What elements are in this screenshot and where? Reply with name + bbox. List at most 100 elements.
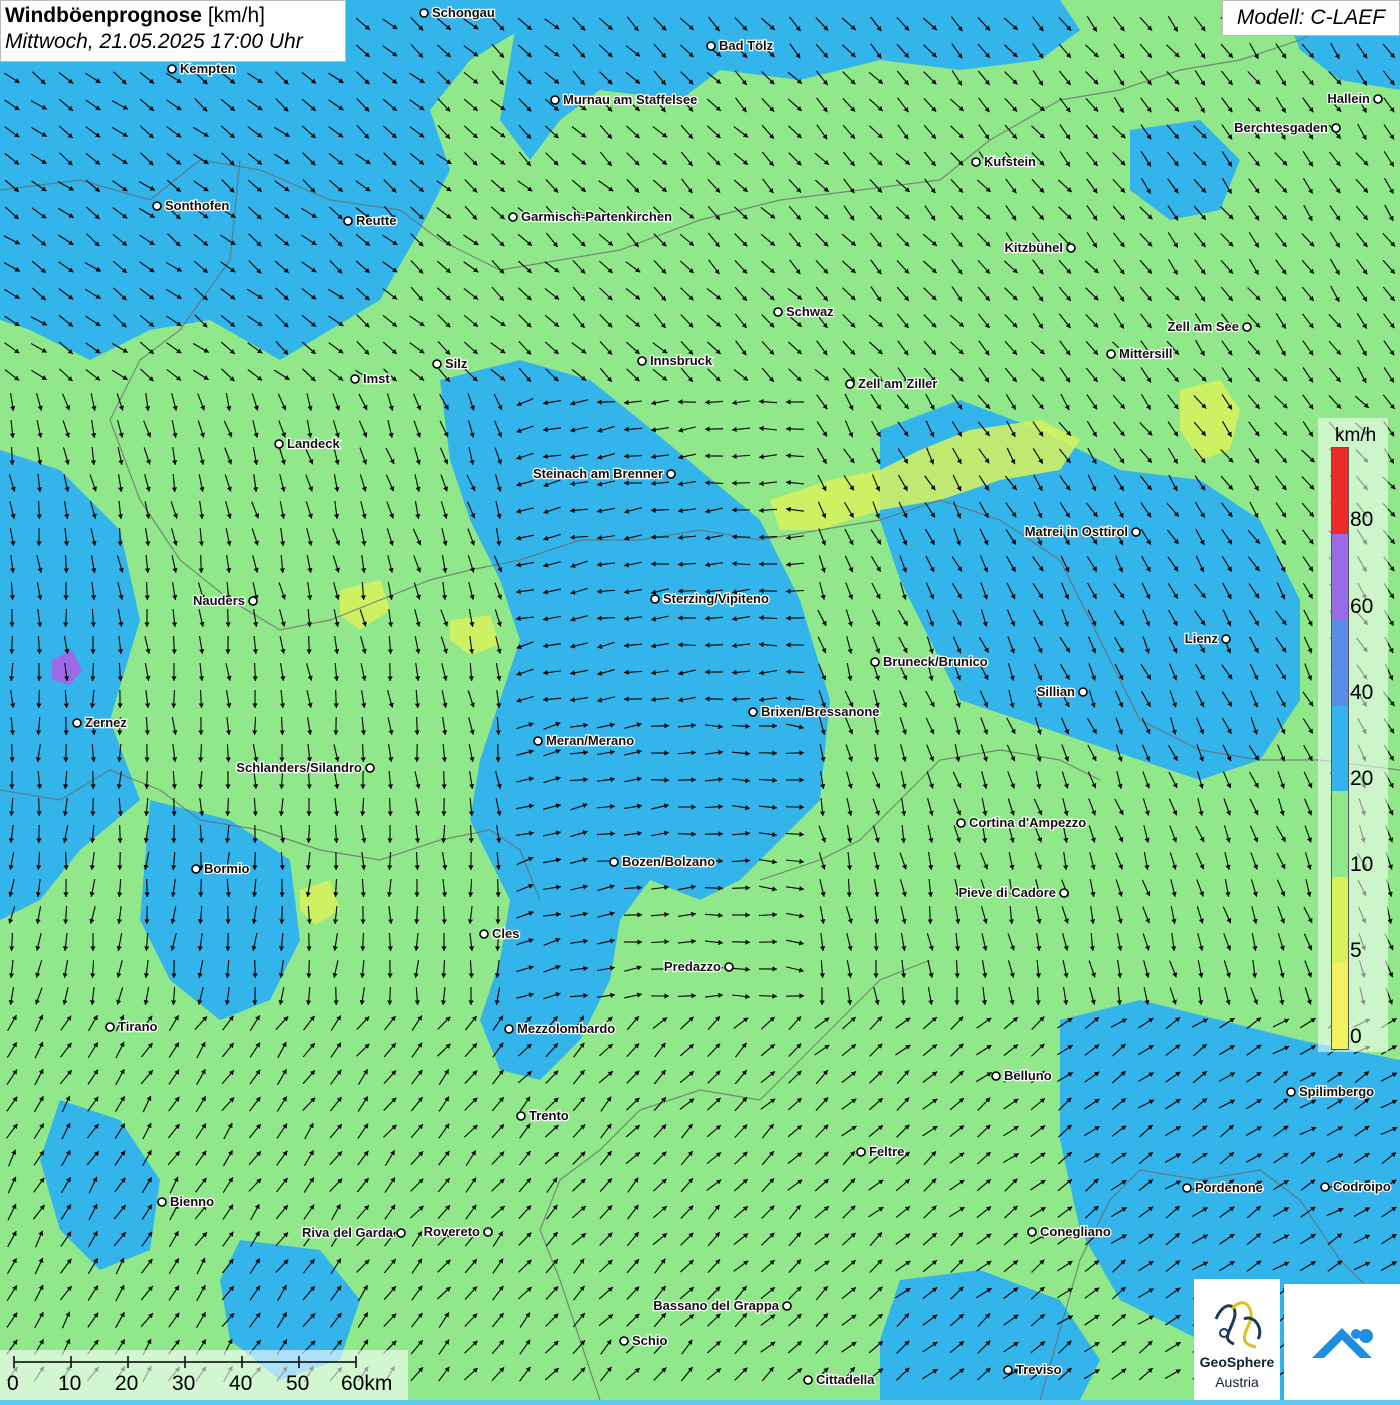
- place-label: Innsbruck: [650, 353, 713, 368]
- place-dot: [517, 1112, 525, 1120]
- place-dot: [505, 1025, 513, 1033]
- place-dot: [1132, 528, 1140, 536]
- app-logo[interactable]: [1284, 1284, 1400, 1400]
- place-dot: [433, 360, 441, 368]
- place-dot: [749, 708, 757, 716]
- place-dot: [1183, 1184, 1191, 1192]
- place-dot: [620, 1337, 628, 1345]
- title-box: Windböenprognose [km/h] Mittwoch, 21.05.…: [0, 0, 346, 62]
- place-label: Feltre: [869, 1144, 904, 1159]
- legend-label-10: 10: [1350, 853, 1373, 877]
- place-marker: Zell am See: [1167, 319, 1251, 334]
- place-label: Silz: [445, 356, 468, 371]
- scale-label-40: 40: [229, 1372, 252, 1396]
- place-dot: [106, 1023, 114, 1031]
- place-dot: [1107, 350, 1115, 358]
- place-dot: [725, 963, 733, 971]
- place-dot: [1079, 688, 1087, 696]
- scale-label-50: 50: [286, 1372, 309, 1396]
- place-label: Schongau: [432, 5, 495, 20]
- legend-label-60: 60: [1350, 595, 1373, 619]
- place-dot: [957, 819, 965, 827]
- place-label: Matrei in Osttirol: [1025, 524, 1128, 539]
- place-marker: Matrei in Osttirol: [1025, 524, 1140, 539]
- place-dot: [158, 1198, 166, 1206]
- place-marker: Pordenone: [1183, 1180, 1263, 1195]
- scale-label-60km: 60km: [341, 1372, 392, 1396]
- place-dot: [610, 858, 618, 866]
- place-dot: [249, 597, 257, 605]
- place-dot: [168, 65, 176, 73]
- place-label: Steinach am Brenner: [533, 466, 663, 481]
- geosphere-logo[interactable]: GeoSphere Austria: [1194, 1279, 1280, 1400]
- place-marker: Garmisch-Partenkirchen: [509, 209, 672, 224]
- legend-swatch-5-10: [1332, 877, 1348, 963]
- place-dot: [153, 202, 161, 210]
- place-dot: [420, 9, 428, 17]
- scale-label-0: 0: [7, 1372, 19, 1396]
- place-label: Hallein: [1327, 91, 1370, 106]
- place-dot: [804, 1376, 812, 1384]
- place-marker: Bruneck/Brunico: [871, 654, 988, 669]
- place-label: Schwaz: [786, 304, 834, 319]
- legend-label-20: 20: [1350, 767, 1373, 791]
- legend-swatch-0-5: [1332, 963, 1348, 1049]
- place-label: Tirano: [118, 1019, 158, 1034]
- place-dot: [366, 764, 374, 772]
- place-dot: [1222, 635, 1230, 643]
- place-label: Mittersill: [1119, 346, 1172, 361]
- place-label: Predazzo: [664, 959, 721, 974]
- place-dot: [480, 930, 488, 938]
- place-label: Lienz: [1185, 631, 1219, 646]
- place-label: Sillian: [1037, 684, 1075, 699]
- place-label: Kitzbühel: [1005, 240, 1064, 255]
- place-label: Murnau am Staffelsee: [563, 92, 697, 107]
- place-dot: [1067, 244, 1075, 252]
- place-marker: Cortina d'Ampezzo: [957, 815, 1086, 830]
- place-marker: Spilimbergo: [1287, 1084, 1374, 1099]
- place-dot: [1287, 1088, 1295, 1096]
- place-label: Trento: [529, 1108, 569, 1123]
- place-dot: [1321, 1183, 1329, 1191]
- place-dot: [846, 380, 854, 388]
- place-marker: Riva del Garda: [302, 1225, 405, 1240]
- place-label: Imst: [363, 371, 390, 386]
- place-label: Zernez: [85, 715, 127, 730]
- legend-swatch-20-40: [1332, 706, 1348, 792]
- place-marker: Conegliano: [1028, 1224, 1111, 1239]
- legend-unit: km/h: [1335, 425, 1376, 447]
- title-unit: [km/h]: [208, 4, 265, 27]
- place-label: Nauders: [193, 593, 245, 608]
- scale-label-10: 10: [58, 1372, 81, 1396]
- app-logo-icon: [1284, 1284, 1400, 1400]
- place-label: Sonthofen: [165, 198, 229, 213]
- legend-swatch-60-80: [1332, 534, 1348, 620]
- place-dot: [1243, 323, 1251, 331]
- legend-label-80: 80: [1350, 508, 1373, 532]
- place-marker: Murnau am Staffelsee: [551, 92, 697, 107]
- place-marker: Berchtesgaden: [1234, 120, 1340, 135]
- place-label: Bad Tölz: [719, 38, 774, 53]
- place-label: Meran/Merano: [546, 733, 634, 748]
- place-label: Codroipo: [1333, 1179, 1391, 1194]
- place-dot: [1332, 124, 1340, 132]
- place-label: Bienno: [170, 1194, 214, 1209]
- place-dot: [73, 719, 81, 727]
- place-dot: [774, 308, 782, 316]
- place-label: Riva del Garda: [302, 1225, 394, 1240]
- place-dot: [638, 357, 646, 365]
- place-dot: [1374, 95, 1382, 103]
- place-marker: Sterzing/Vipiteno: [651, 591, 769, 606]
- place-label: Pordenone: [1195, 1180, 1263, 1195]
- place-marker: Innsbruck: [638, 353, 713, 368]
- place-marker: Bassano del Grappa: [653, 1298, 791, 1313]
- place-dot: [857, 1148, 865, 1156]
- legend-label-40: 40: [1350, 681, 1373, 705]
- place-dot: [344, 217, 352, 225]
- place-dot: [972, 158, 980, 166]
- place-label: Bormio: [204, 861, 250, 876]
- place-dot: [551, 96, 559, 104]
- place-dot: [783, 1302, 791, 1310]
- place-dot: [667, 470, 675, 478]
- legend-swatch-80-plus: [1332, 448, 1348, 534]
